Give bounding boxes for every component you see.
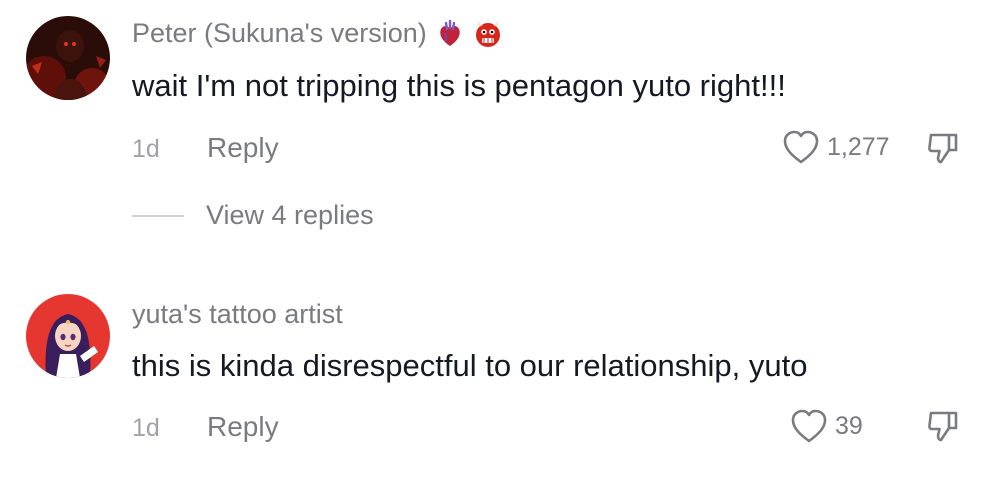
reply-button[interactable]: Reply: [207, 411, 279, 443]
heart-outline-icon: [791, 409, 827, 443]
like-button[interactable]: 39: [789, 407, 863, 445]
like-button[interactable]: 1,277: [781, 128, 890, 166]
anatomical-heart-icon: [435, 19, 465, 49]
comment-text: this is kinda disrespectful to our relat…: [132, 348, 808, 383]
avatar[interactable]: [26, 16, 110, 100]
ogre-icon: [473, 19, 503, 49]
like-count: 39: [835, 411, 863, 440]
reply-button[interactable]: Reply: [207, 132, 279, 164]
comment-item: Peter (Sukuna's version) wait I'm not tr…: [0, 0, 1000, 260]
comment-username[interactable]: yuta's tattoo artist: [132, 299, 343, 330]
thumbs-down-outline-icon: [928, 411, 958, 442]
like-count: 1,277: [827, 132, 890, 161]
dislike-button[interactable]: [925, 408, 961, 444]
comment-text: wait I'm not tripping this is pentagon y…: [132, 68, 786, 103]
dislike-button[interactable]: [925, 130, 961, 166]
username-text: yuta's tattoo artist: [132, 299, 343, 329]
comment-timestamp: 1d: [132, 414, 160, 442]
comment-timestamp: 1d: [132, 135, 160, 163]
comment-item: yuta's tattoo artist this is kinda disre…: [0, 280, 1000, 485]
replies-divider: [132, 214, 184, 217]
username-text: Peter (Sukuna's version): [132, 18, 427, 48]
comment-username[interactable]: Peter (Sukuna's version): [132, 18, 503, 49]
view-replies-button[interactable]: View 4 replies: [132, 200, 374, 231]
thumbs-down-outline-icon: [928, 133, 958, 164]
avatar[interactable]: [26, 294, 110, 378]
heart-outline-icon: [783, 130, 819, 164]
view-replies-label: View 4 replies: [206, 200, 374, 230]
